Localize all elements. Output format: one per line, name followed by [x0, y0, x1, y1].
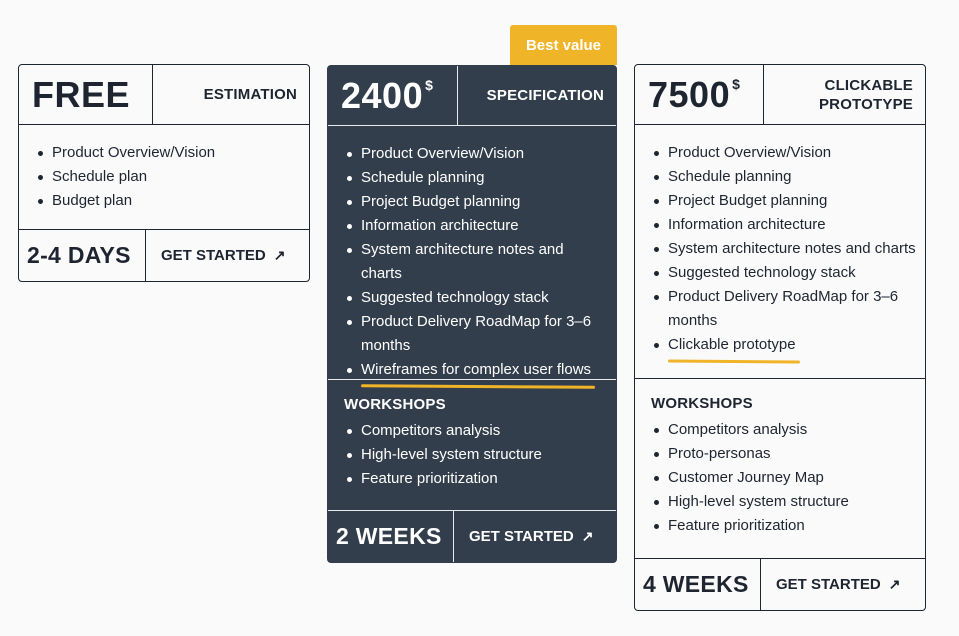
feature-item: Suggested technology stack: [652, 261, 925, 285]
feature-item: Schedule planning: [652, 165, 925, 189]
duration-cell: 4 WEEKS: [635, 559, 761, 610]
get-started-label: GET STARTED: [776, 576, 881, 593]
card-footer: 2 WEEKS GET STARTED ↗: [328, 510, 616, 562]
price-cell: 2400 $: [328, 66, 458, 125]
highlighted-feature: Clickable prototype: [668, 333, 796, 357]
workshop-item: High-level system structure: [652, 490, 925, 514]
features-section: Product Overview/Vision Schedule plannin…: [328, 126, 616, 379]
arrow-up-right-icon: ↗: [581, 528, 594, 544]
plan-name-cell: ESTIMATION: [153, 65, 309, 124]
plan-name-cell: CLICKABLE PROTOTYPE: [764, 65, 925, 124]
workshop-list: Competitors analysis High-level system s…: [328, 419, 616, 491]
feature-item: Information architecture: [345, 214, 616, 238]
price: 7500 $: [648, 74, 740, 116]
get-started-label: GET STARTED: [161, 247, 266, 264]
feature-item: Information architecture: [652, 213, 925, 237]
workshop-item: Feature prioritization: [345, 467, 616, 491]
price-cell: FREE: [19, 65, 153, 124]
workshop-item: Feature prioritization: [652, 514, 925, 538]
duration: 4 WEEKS: [643, 571, 749, 597]
feature-item: Schedule planning: [345, 166, 616, 190]
workshop-item: Competitors analysis: [345, 419, 616, 443]
feature-item: Schedule plan: [36, 165, 309, 189]
plan-name-cell: SPECIFICATION: [458, 66, 616, 125]
plan-name: ESTIMATION: [203, 86, 297, 103]
workshops-title: WORKSHOPS: [651, 395, 753, 412]
workshop-item: High-level system structure: [345, 443, 616, 467]
feature-item: Product Overview/Vision: [652, 141, 925, 165]
card-header: 2400 $ SPECIFICATION: [328, 66, 616, 126]
best-value-badge: Best value: [510, 25, 617, 65]
plan-name: SPECIFICATION: [486, 87, 604, 104]
features-section: Product Overview/Vision Schedule plan Bu…: [19, 125, 309, 213]
highlighted-feature: Wireframes for complex user flows: [361, 358, 591, 382]
duration: 2-4 DAYS: [27, 242, 131, 268]
get-started-button[interactable]: GET STARTED ↗: [454, 511, 616, 562]
workshop-item: Proto-personas: [652, 442, 925, 466]
card-footer: 4 WEEKS GET STARTED ↗: [635, 558, 925, 610]
feature-item: Product Overview/Vision: [345, 142, 616, 166]
workshops-section: WORKSHOPS Competitors analysis High-leve…: [328, 379, 616, 491]
price: FREE: [32, 73, 131, 115]
get-started-button[interactable]: GET STARTED ↗: [761, 559, 925, 610]
feature-list: Product Overview/Vision Schedule plannin…: [328, 142, 616, 382]
pricing-card-specification: 2400 $ SPECIFICATION Product Overview/Vis…: [327, 65, 617, 563]
feature-item: Suggested technology stack: [345, 286, 616, 310]
price-amount: 7500: [648, 73, 731, 115]
currency-symbol: $: [732, 75, 741, 92]
card-header: 7500 $ CLICKABLE PROTOTYPE: [635, 65, 925, 125]
feature-item: Budget plan: [36, 189, 309, 213]
workshop-item: Customer Journey Map: [652, 466, 925, 490]
feature-item: Project Budget planning: [652, 189, 925, 213]
feature-list: Product Overview/Vision Schedule plan Bu…: [19, 141, 309, 213]
plan-name-line-2: PROTOTYPE: [818, 95, 913, 113]
plan-name: CLICKABLE PROTOTYPE: [819, 76, 913, 114]
workshop-item: Competitors analysis: [652, 418, 925, 442]
feature-list: Product Overview/Vision Schedule plannin…: [635, 141, 925, 357]
feature-item: Product Delivery RoadMap for 3–6 months: [652, 285, 925, 333]
price-cell: 7500 $: [635, 65, 764, 124]
duration: 2 WEEKS: [336, 523, 442, 549]
features-section: Product Overview/Vision Schedule plannin…: [635, 125, 925, 378]
feature-item: Project Budget planning: [345, 190, 616, 214]
currency-symbol: $: [425, 76, 434, 93]
get-started-button[interactable]: GET STARTED ↗: [146, 230, 309, 281]
duration-cell: 2 WEEKS: [328, 511, 454, 562]
get-started-label: GET STARTED: [469, 528, 574, 545]
card-header: FREE ESTIMATION: [19, 65, 309, 125]
arrow-up-right-icon: ↗: [888, 576, 901, 592]
workshop-list: Competitors analysis Proto-personas Cust…: [635, 418, 925, 538]
pricing-card-clickable-prototype: 7500 $ CLICKABLE PROTOTYPE Product Overvi…: [634, 64, 926, 611]
feature-item: System architecture notes and charts: [345, 238, 616, 286]
pricing-card-estimation: FREE ESTIMATION Product Overview/Vision …: [18, 64, 310, 282]
feature-item-highlighted: Clickable prototype: [652, 333, 925, 357]
price: 2400 $: [341, 75, 433, 117]
arrow-up-right-icon: ↗: [273, 247, 286, 263]
feature-item-highlighted: Wireframes for complex user flows: [345, 358, 616, 382]
workshops-section: WORKSHOPS Competitors analysis Proto-per…: [635, 378, 925, 538]
price-amount: 2400: [341, 74, 424, 116]
feature-item: System architecture notes and charts: [652, 237, 925, 261]
feature-item: Product Delivery RoadMap for 3–6 months: [345, 310, 616, 358]
card-footer: 2-4 DAYS GET STARTED ↗: [19, 229, 309, 281]
plan-name-line-1: CLICKABLE: [824, 76, 913, 94]
duration-cell: 2-4 DAYS: [19, 230, 146, 281]
feature-item: Product Overview/Vision: [36, 141, 309, 165]
